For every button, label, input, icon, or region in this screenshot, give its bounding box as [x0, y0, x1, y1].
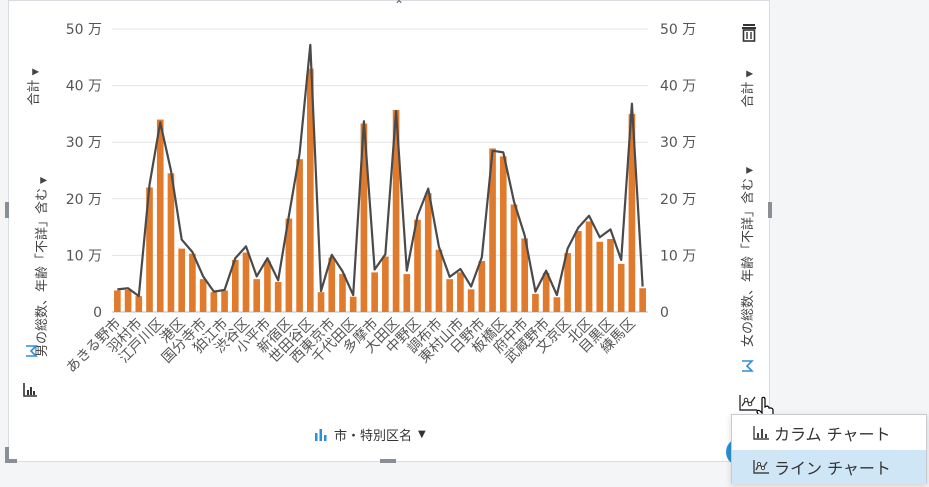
trash-icon[interactable] — [740, 22, 758, 42]
bar — [199, 279, 207, 312]
bar — [124, 289, 132, 312]
y-tick-label-left: 50 万 — [66, 22, 102, 38]
left-axis-title[interactable]: 男の総数、年齢「不詳」含む ▼ — [31, 167, 50, 367]
bar — [274, 282, 282, 312]
bar — [607, 238, 614, 312]
bar — [585, 221, 593, 312]
bar — [317, 292, 325, 312]
y-tick-label-right: 30 万 — [660, 135, 696, 151]
bar — [424, 193, 432, 312]
y-axis-left: 0 10 万 20 万 30 万 40 万 50 万 — [66, 22, 102, 321]
bar — [467, 289, 475, 312]
chevron-down-icon: ▼ — [39, 176, 49, 184]
bar-chart-icon — [315, 429, 327, 441]
x-axis-title-text: 市・特別区名 — [334, 428, 413, 444]
line-path — [117, 43, 644, 298]
bar — [114, 290, 121, 312]
chevron-down-icon: ▼ — [745, 166, 755, 174]
bar — [617, 263, 625, 312]
bar — [414, 219, 421, 312]
chevron-down-icon: ▼ — [745, 70, 755, 78]
line-chart-icon — [753, 460, 769, 474]
bar — [553, 297, 561, 312]
right-aggregate-label: 合計 — [741, 81, 756, 108]
bar — [371, 272, 378, 312]
bar — [574, 231, 582, 312]
bar — [296, 159, 303, 312]
y-tick-label-left: 10 万 — [66, 248, 102, 264]
bar — [210, 292, 218, 312]
right-aggregate-dropdown[interactable]: 合計 ▼ — [737, 61, 756, 117]
bar — [457, 272, 464, 312]
menu-item-line-chart[interactable]: ライン チャート — [732, 450, 926, 484]
line-series — [117, 43, 644, 298]
bar — [510, 204, 518, 312]
bar — [349, 296, 357, 312]
bar — [382, 256, 389, 312]
sigma-icon — [26, 345, 38, 357]
bar — [532, 293, 539, 312]
bar — [403, 274, 411, 312]
bar — [639, 288, 646, 312]
bar — [446, 279, 454, 312]
y-axis-right: 0 10 万 20 万 30 万 40 万 50 万 — [660, 22, 696, 321]
chevron-down-icon: ▼ — [418, 428, 426, 440]
menu-item-label: ライン チャート — [774, 459, 891, 478]
bar — [156, 119, 164, 312]
x-axis: あきる野市羽村市江戸川区港区国分寺市狛江市渋谷区小平市新宿区世田谷区西東京市千代… — [63, 315, 639, 376]
bar — [178, 248, 186, 312]
y-tick-label-right: 20 万 — [660, 192, 696, 208]
menu-item-label: カラム チャート — [774, 425, 891, 444]
x-axis-title[interactable]: 市・特別区名 ▼ — [314, 424, 426, 444]
y-tick-label-right: 10 万 — [660, 248, 696, 264]
chart-type-menu: カラム チャート ライン チャート — [731, 414, 927, 484]
bar — [221, 290, 228, 312]
right-axis-title[interactable]: 女の総数、年齢「不詳」含む ▼ — [737, 157, 756, 357]
column-chart-icon — [753, 426, 769, 440]
y-tick-label-left: 0 — [93, 305, 102, 321]
y-tick-label-right: 40 万 — [660, 79, 696, 95]
left-axis-title-text: 男の総数、年齢「不詳」含む — [35, 188, 50, 358]
y-tick-label-left: 30 万 — [66, 135, 102, 151]
y-tick-label-left: 40 万 — [66, 79, 102, 95]
y-tick-label-right: 50 万 — [660, 22, 696, 38]
bar — [499, 156, 507, 312]
right-axis-title-text: 女の総数、年齢「不詳」含む — [741, 178, 756, 348]
bar — [135, 296, 143, 312]
sigma-icon — [742, 360, 754, 372]
line-chart-icon[interactable] — [738, 394, 758, 412]
bar — [264, 261, 271, 312]
y-tick-label-left: 20 万 — [66, 192, 102, 208]
bar — [167, 173, 175, 312]
bar — [478, 261, 486, 312]
bar — [435, 249, 443, 312]
bar — [242, 252, 250, 312]
bar — [339, 274, 346, 312]
left-aggregate-label: 合計 — [27, 79, 42, 106]
bar — [189, 253, 196, 312]
column-chart-icon[interactable] — [22, 382, 38, 398]
bar — [253, 279, 261, 312]
bar-series — [114, 68, 646, 313]
bar — [542, 272, 550, 312]
y-tick-label-right: 0 — [660, 305, 669, 321]
menu-item-column-chart[interactable]: カラム チャート — [732, 416, 926, 450]
bar — [596, 241, 604, 312]
left-aggregate-dropdown[interactable]: 合計 ▼ — [23, 59, 42, 115]
chevron-down-icon: ▼ — [31, 68, 41, 76]
